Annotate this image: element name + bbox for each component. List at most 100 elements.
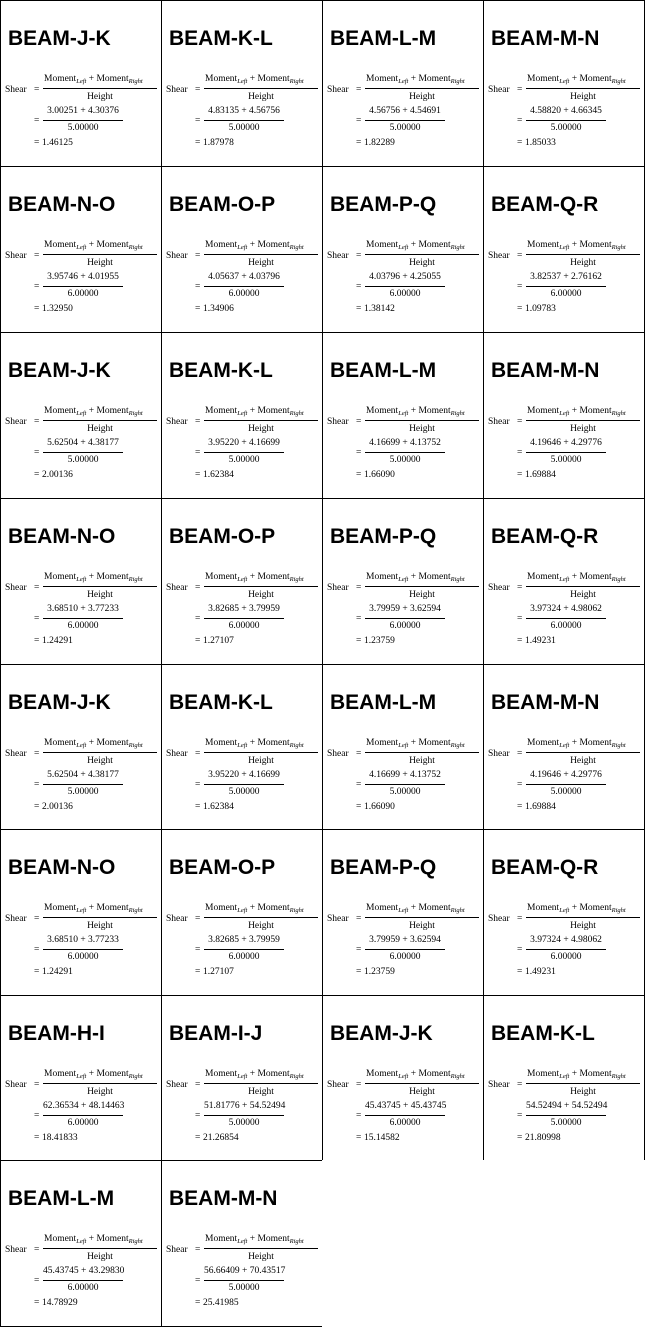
equals-sign-values: = <box>356 614 362 624</box>
beam-shear-card: BEAM-P-Q Shear = MomentLeft + MomentRigh… <box>322 166 484 333</box>
formula-numerator: MomentLeft + MomentRight <box>44 1069 143 1080</box>
formula-denominator: Height <box>570 258 596 268</box>
left-subscript: Left <box>76 410 87 417</box>
result-equals: = <box>356 304 362 314</box>
shear-result: 1.69884 <box>525 470 556 480</box>
values-fraction-bar <box>526 286 606 287</box>
formula-fraction-bar <box>526 586 640 587</box>
equals-sign: = <box>356 251 362 261</box>
moment-values: 3.68510 + 3.77233 <box>47 604 119 614</box>
formula-numerator: MomentLeft + MomentRight <box>527 738 626 749</box>
moment-values: 4.16699 + 4.13752 <box>369 770 441 780</box>
shear-result: 1.09783 <box>525 304 556 314</box>
shear-result: 1.66090 <box>364 470 395 480</box>
beam-title: BEAM-I-J <box>169 1022 263 1045</box>
formula-numerator: MomentLeft + MomentRight <box>527 240 626 251</box>
beam-shear-card: BEAM-Q-R Shear = MomentLeft + MomentRigh… <box>483 829 645 996</box>
values-fraction-bar <box>43 452 123 453</box>
moment-values: 4.16699 + 4.13752 <box>369 438 441 448</box>
values-fraction-bar <box>365 784 445 785</box>
equals-sign-values: = <box>34 282 40 292</box>
left-subscript: Left <box>237 410 248 417</box>
plus-sign: + <box>86 406 97 416</box>
formula-denominator: Height <box>87 1252 113 1262</box>
moment-values: 4.56756 + 4.54691 <box>369 106 441 116</box>
moment-values: 3.95220 + 4.16699 <box>208 770 280 780</box>
left-subscript: Left <box>237 1073 248 1080</box>
equals-sign-values: = <box>517 780 523 790</box>
values-fraction-bar <box>365 286 445 287</box>
equals-sign-values: = <box>517 116 523 126</box>
left-subscript: Left <box>559 410 570 417</box>
plus-sign: + <box>247 1234 258 1244</box>
left-subscript: Left <box>398 742 409 749</box>
beam-title: BEAM-J-K <box>8 691 111 714</box>
left-subscript: Left <box>76 742 87 749</box>
moment-left-label: Moment <box>44 572 77 582</box>
beam-title: BEAM-N-O <box>8 856 116 879</box>
equals-sign: = <box>195 85 201 95</box>
formula-numerator: MomentLeft + MomentRight <box>44 240 143 251</box>
formula-numerator: MomentLeft + MomentRight <box>527 1069 626 1080</box>
beam-title: BEAM-M-N <box>491 691 600 714</box>
moment-right-label: Moment <box>96 903 129 913</box>
shear-result: 1.82289 <box>364 138 395 148</box>
formula-fraction-bar <box>526 917 640 918</box>
moment-values: 4.19646 + 4.29776 <box>530 770 602 780</box>
plus-sign: + <box>569 240 580 250</box>
beam-shear-card: BEAM-P-Q Shear = MomentLeft + MomentRigh… <box>322 829 484 996</box>
beam-shear-card: BEAM-H-I Shear = MomentLeft + MomentRigh… <box>0 995 162 1162</box>
moment-left-label: Moment <box>205 1234 238 1244</box>
shear-label: Shear <box>488 914 510 924</box>
result-equals: = <box>195 138 201 148</box>
moment-left-label: Moment <box>527 738 560 748</box>
shear-result: 1.62384 <box>203 802 234 812</box>
height-value: 6.00000 <box>550 621 582 631</box>
height-value: 5.00000 <box>67 455 99 465</box>
beam-title: BEAM-K-L <box>491 1022 595 1045</box>
beam-shear-card: BEAM-K-L Shear = MomentLeft + MomentRigh… <box>161 0 323 167</box>
left-subscript: Left <box>237 907 248 914</box>
shear-label: Shear <box>166 1080 188 1090</box>
shear-label: Shear <box>488 251 510 261</box>
values-fraction-bar <box>365 452 445 453</box>
shear-result: 1.24291 <box>42 967 73 977</box>
shear-label: Shear <box>488 749 510 759</box>
beam-title: BEAM-L-M <box>330 359 437 382</box>
beam-title: BEAM-K-L <box>169 691 273 714</box>
moment-values: 4.58820 + 4.66345 <box>530 106 602 116</box>
moment-right-label: Moment <box>96 240 129 250</box>
height-value: 5.00000 <box>550 455 582 465</box>
shear-label: Shear <box>166 251 188 261</box>
moment-left-label: Moment <box>527 406 560 416</box>
formula-denominator: Height <box>409 258 435 268</box>
values-fraction-bar <box>204 949 284 950</box>
formula-denominator: Height <box>248 756 274 766</box>
moment-right-label: Moment <box>96 74 129 84</box>
height-value: 6.00000 <box>67 1118 99 1128</box>
right-subscript: Right <box>128 907 143 914</box>
shear-result: 1.49231 <box>525 967 556 977</box>
values-fraction-bar <box>365 949 445 950</box>
shear-result: 1.66090 <box>364 802 395 812</box>
moment-right-label: Moment <box>418 1069 451 1079</box>
moment-left-label: Moment <box>205 1069 238 1079</box>
formula-fraction-bar <box>526 88 640 89</box>
equals-sign: = <box>34 85 40 95</box>
beam-title: BEAM-O-P <box>169 193 276 216</box>
moment-right-label: Moment <box>418 903 451 913</box>
right-subscript: Right <box>450 907 465 914</box>
formula-denominator: Height <box>570 1087 596 1097</box>
left-subscript: Left <box>237 1238 248 1245</box>
formula-denominator: Height <box>409 1087 435 1097</box>
right-subscript: Right <box>450 1073 465 1080</box>
plus-sign: + <box>408 903 419 913</box>
shear-result: 1.34906 <box>203 304 234 314</box>
equals-sign-values: = <box>195 1276 201 1286</box>
shear-result: 21.80998 <box>525 1133 561 1143</box>
shear-result: 18.41833 <box>42 1133 78 1143</box>
right-subscript: Right <box>611 244 626 251</box>
equals-sign: = <box>517 914 523 924</box>
moment-left-label: Moment <box>366 903 399 913</box>
right-subscript: Right <box>289 410 304 417</box>
